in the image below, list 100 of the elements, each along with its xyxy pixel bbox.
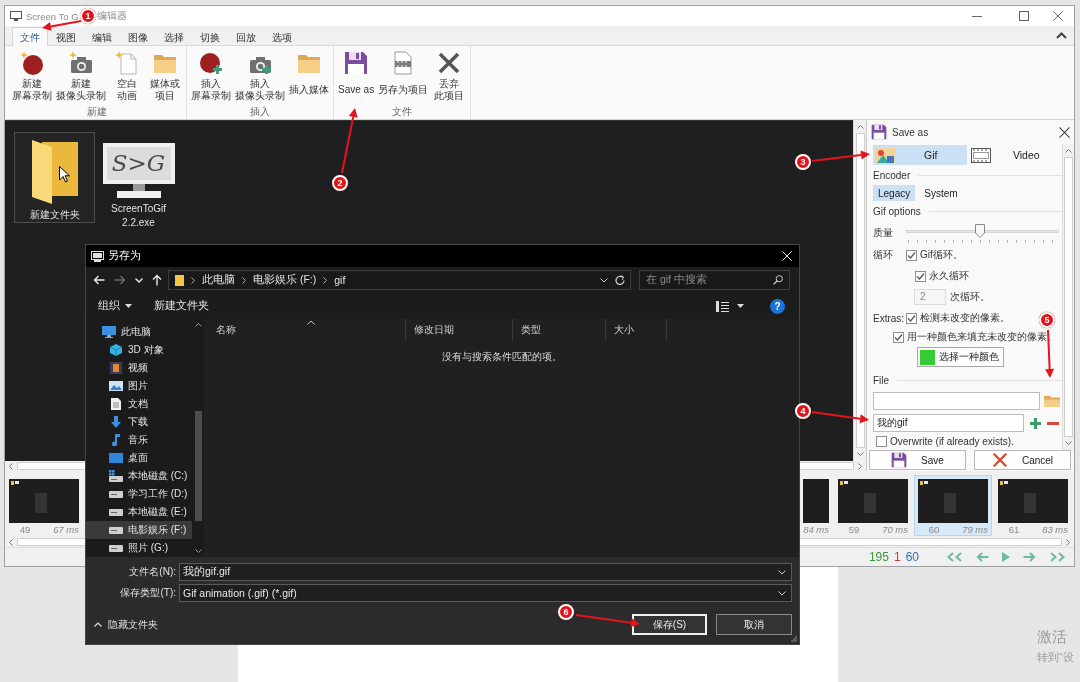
chevron-right-icon[interactable] bbox=[858, 462, 862, 470]
nav-item[interactable]: 电影娱乐 (F:) bbox=[86, 521, 192, 539]
resize-grip-icon[interactable] bbox=[790, 635, 797, 642]
nav-item[interactable]: 桌面 bbox=[86, 449, 192, 467]
cancel-button[interactable]: Cancel bbox=[974, 450, 1071, 470]
chevron-right-icon[interactable] bbox=[191, 276, 195, 284]
nav-item[interactable]: 视频 bbox=[86, 359, 192, 377]
nav-item[interactable]: 本地磁盘 (C:) bbox=[86, 467, 192, 485]
chevron-up-icon[interactable] bbox=[194, 323, 202, 327]
checkbox-icon[interactable] bbox=[906, 249, 917, 261]
nav-item[interactable]: 照片 (G:) bbox=[86, 539, 192, 557]
save-button[interactable]: Save bbox=[869, 450, 966, 470]
detect-unchanged-checkbox[interactable]: 检测未改变的像素。 bbox=[906, 311, 1010, 325]
caret-down-icon[interactable] bbox=[737, 304, 744, 308]
chevron-up-icon[interactable] bbox=[856, 125, 864, 129]
help-button[interactable]: ? bbox=[770, 298, 785, 314]
breadcrumb[interactable]: gif bbox=[334, 274, 346, 286]
chevron-up-icon[interactable] bbox=[1065, 149, 1072, 153]
maximize-icon[interactable] bbox=[1019, 11, 1029, 21]
search-icon[interactable] bbox=[773, 275, 783, 285]
back-arrow-icon[interactable] bbox=[93, 275, 105, 285]
ribbon-tab[interactable]: 视图 bbox=[48, 27, 84, 46]
file-name-combo[interactable]: 我的gif.gif bbox=[179, 563, 792, 581]
nav-item[interactable]: 图片 bbox=[86, 377, 192, 395]
loop-checkbox[interactable]: Gif循环。 bbox=[906, 248, 963, 262]
nav-item[interactable]: 3D 对象 bbox=[86, 341, 192, 359]
nav-item[interactable]: 文档 bbox=[86, 395, 192, 413]
address-bar[interactable]: 此电脑 电影娱乐 (F:) gif bbox=[168, 270, 631, 290]
file-name-field[interactable]: 我的gif bbox=[873, 414, 1024, 432]
column-header[interactable]: 类型 bbox=[513, 319, 606, 341]
refresh-icon[interactable] bbox=[615, 275, 625, 285]
ribbon-button[interactable]: 另存为项目 bbox=[376, 49, 431, 105]
column-header[interactable]: 修改日期 bbox=[406, 319, 513, 341]
checkbox-icon[interactable] bbox=[876, 435, 887, 447]
ribbon-button[interactable]: 新建 屏幕录制 bbox=[10, 49, 54, 105]
format-toggle[interactable]: Gif bbox=[873, 145, 967, 165]
new-folder-button[interactable]: 新建文件夹 bbox=[154, 299, 209, 313]
chevron-left-icon[interactable] bbox=[9, 538, 13, 546]
ribbon-tab[interactable]: 选项 bbox=[264, 27, 300, 46]
chevron-right-icon[interactable] bbox=[323, 276, 328, 284]
folder-path-field[interactable] bbox=[873, 392, 1040, 410]
hide-folders-button[interactable]: 隐藏文件夹 bbox=[94, 617, 158, 632]
minus-icon[interactable] bbox=[1047, 421, 1059, 425]
ribbon-button[interactable]: 新建 摄像头录制 bbox=[54, 49, 108, 105]
collapse-ribbon-icon[interactable] bbox=[1056, 32, 1067, 39]
scrollbar-thumb[interactable] bbox=[1064, 157, 1073, 437]
format-toggle[interactable]: Video bbox=[968, 145, 1062, 165]
scrollbar-thumb[interactable] bbox=[194, 411, 202, 521]
chevron-right-icon[interactable] bbox=[1066, 538, 1070, 546]
search-field[interactable]: 在 gif 中搜索 bbox=[639, 270, 790, 290]
loop-forever-checkbox[interactable]: 永久循环 bbox=[915, 269, 969, 283]
nav-item[interactable]: 下载 bbox=[86, 413, 192, 431]
scrollbar-thumb[interactable] bbox=[855, 133, 865, 448]
chevron-down-icon[interactable] bbox=[778, 590, 786, 596]
encoder-option[interactable]: System bbox=[919, 185, 963, 201]
minimize-icon[interactable] bbox=[972, 15, 982, 17]
chevron-left-icon[interactable] bbox=[9, 462, 13, 470]
nav-item[interactable]: 学习工作 (D:) bbox=[86, 485, 192, 503]
nav-item[interactable]: 此电脑 bbox=[86, 323, 192, 341]
nav-item[interactable]: 本地磁盘 (E:) bbox=[86, 503, 192, 521]
breadcrumb[interactable]: 此电脑 bbox=[202, 273, 235, 287]
ribbon-button[interactable]: 媒体或 项目 bbox=[146, 49, 184, 105]
encoder-option[interactable]: Legacy bbox=[873, 185, 916, 201]
dialog-button[interactable]: 取消 bbox=[716, 614, 792, 635]
chevron-down-icon[interactable] bbox=[778, 569, 786, 575]
ribbon-button[interactable]: 插入 摄像头录制 bbox=[233, 49, 287, 105]
chevron-down-icon[interactable] bbox=[600, 277, 608, 283]
vertical-scrollbar[interactable] bbox=[1062, 144, 1074, 450]
ribbon-tab[interactable]: 回放 bbox=[228, 27, 264, 46]
ribbon-tab[interactable]: 切换 bbox=[192, 27, 228, 46]
ribbon-button[interactable]: 丢弃 此项目 bbox=[430, 49, 469, 105]
ribbon-tab[interactable]: 编辑 bbox=[84, 27, 120, 46]
ribbon-button[interactable]: 空白 动画 bbox=[108, 49, 146, 105]
ribbon-tab[interactable]: 图像 bbox=[120, 27, 156, 46]
ribbon-button[interactable]: 插入 屏幕录制 bbox=[189, 49, 233, 105]
close-icon[interactable] bbox=[1059, 126, 1070, 138]
breadcrumb[interactable]: 电影娱乐 (F:) bbox=[253, 273, 317, 287]
up-arrow-icon[interactable] bbox=[152, 274, 162, 286]
chevron-right-icon[interactable] bbox=[242, 276, 246, 284]
column-header[interactable]: 大小 bbox=[606, 319, 667, 341]
column-header[interactable]: 名称 bbox=[204, 319, 406, 341]
plus-icon[interactable] bbox=[1030, 417, 1041, 429]
checkbox-icon[interactable] bbox=[915, 270, 926, 282]
vertical-scrollbar[interactable] bbox=[853, 120, 866, 461]
dialog-button[interactable]: 保存(S) bbox=[632, 614, 707, 635]
ribbon-tab[interactable]: 文件 bbox=[12, 27, 48, 46]
fill-unchanged-checkbox[interactable]: 用一种颜色来填充未改变的像素。 bbox=[893, 330, 1057, 344]
ribbon-button[interactable]: Save as bbox=[336, 49, 377, 105]
checkbox-icon[interactable] bbox=[893, 331, 904, 343]
checkbox-icon[interactable] bbox=[906, 312, 917, 324]
file-type-dropdown[interactable]: Gif animation (.gif) (*.gif) bbox=[179, 584, 792, 602]
nav-item[interactable]: 音乐 bbox=[86, 431, 192, 449]
overwrite-checkbox[interactable]: Overwrite (if already exists). bbox=[876, 435, 1014, 447]
list-view-icon[interactable] bbox=[716, 300, 729, 312]
slider-thumb[interactable] bbox=[974, 224, 985, 238]
ribbon-tab[interactable]: 选择 bbox=[156, 27, 192, 46]
chevron-down-icon[interactable] bbox=[194, 549, 202, 553]
choose-color-button[interactable]: 选择一种颜色 bbox=[917, 347, 1004, 367]
ribbon-button[interactable]: 插入媒体 bbox=[287, 49, 331, 105]
organize-button[interactable]: 组织 bbox=[98, 299, 132, 313]
